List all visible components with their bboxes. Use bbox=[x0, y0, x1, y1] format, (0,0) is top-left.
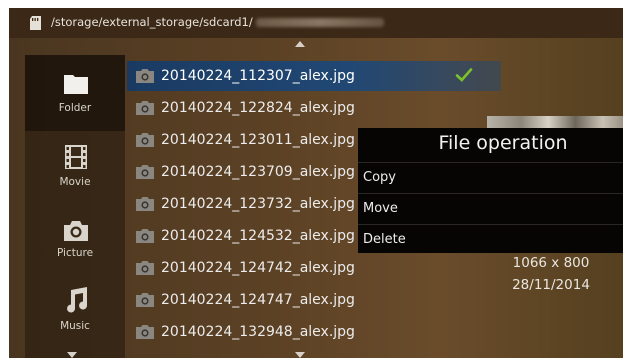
film-icon bbox=[65, 145, 87, 169]
file-date: 28/11/2014 bbox=[512, 277, 590, 293]
image-file-icon bbox=[136, 133, 154, 147]
file-name: 20140224_123732_alex.jpg bbox=[161, 196, 355, 212]
file-name: 20140224_124532_alex.jpg bbox=[161, 228, 355, 244]
file-operation-title: File operation bbox=[438, 132, 568, 154]
delete-option[interactable]: Delete bbox=[358, 224, 623, 254]
camera-icon bbox=[64, 221, 88, 241]
file-list-item-selected[interactable]: 20140224_112307_alex.jpg bbox=[127, 61, 501, 91]
file-name: 20140224_123709_alex.jpg bbox=[161, 164, 355, 180]
folder-icon bbox=[64, 75, 88, 94]
file-name: 20140224_124747_alex.jpg bbox=[161, 292, 355, 308]
move-option[interactable]: Move bbox=[358, 193, 623, 223]
sidebar-item-label: Movie bbox=[59, 176, 91, 188]
current-path: /storage/external_storage/sdcard1/ bbox=[51, 15, 384, 29]
image-resolution: 1066 x 800 bbox=[512, 255, 590, 271]
file-name: 20140224_123011_alex.jpg bbox=[161, 132, 355, 148]
sidebar-item-label: Picture bbox=[56, 247, 94, 259]
sidebar-item-movie[interactable]: Movie bbox=[25, 131, 125, 207]
sd-card-icon bbox=[30, 16, 41, 30]
image-file-icon bbox=[136, 325, 154, 339]
path-bar: /storage/external_storage/sdcard1/ bbox=[9, 8, 623, 38]
file-name: 20140224_112307_alex.jpg bbox=[161, 68, 355, 84]
sidebar-scroll-down-arrow-icon[interactable] bbox=[67, 352, 77, 358]
file-name: 20140224_124742_alex.jpg bbox=[161, 260, 355, 276]
image-file-icon bbox=[136, 165, 154, 179]
scroll-up-arrow-icon[interactable] bbox=[295, 41, 305, 47]
file-name: 20140224_132948_alex.jpg bbox=[161, 324, 355, 340]
checkmark-icon bbox=[455, 68, 473, 82]
copy-option[interactable]: Copy bbox=[358, 162, 623, 192]
image-file-icon bbox=[136, 229, 154, 243]
sidebar-item-label: Music bbox=[60, 320, 90, 332]
category-sidebar: Folder Movie Picture Music bbox=[25, 55, 125, 358]
path-label: /storage/external_storage/sdcard1/ bbox=[51, 15, 253, 29]
file-list-item[interactable]: 20140224_124747_alex.jpg bbox=[127, 285, 495, 315]
list-scroll-down-arrow-icon[interactable] bbox=[295, 352, 305, 358]
media-browser-screen: /storage/external_storage/sdcard1/ Folde… bbox=[9, 8, 623, 358]
file-list-item[interactable]: 20140224_124742_alex.jpg bbox=[127, 253, 495, 283]
image-file-icon bbox=[136, 197, 154, 211]
file-details: 1066 x 800 28/11/2014 bbox=[479, 252, 623, 296]
file-operation-menu: File operation Copy Move Delete bbox=[358, 128, 623, 253]
sidebar-item-picture[interactable]: Picture bbox=[25, 207, 125, 283]
file-list-item[interactable]: 20140224_132948_alex.jpg bbox=[127, 317, 495, 347]
sidebar-item-label: Folder bbox=[58, 102, 92, 114]
image-file-icon bbox=[136, 101, 154, 115]
sidebar-item-folder[interactable]: Folder bbox=[25, 55, 125, 131]
blurred-path-segment bbox=[255, 18, 384, 27]
sidebar-item-music[interactable]: Music bbox=[25, 283, 125, 358]
file-name: 20140224_122824_alex.jpg bbox=[161, 100, 355, 116]
music-note-icon bbox=[67, 287, 88, 313]
image-file-icon bbox=[136, 293, 154, 307]
file-list-item[interactable]: 20140224_122824_alex.jpg bbox=[127, 93, 495, 123]
image-file-icon bbox=[136, 261, 154, 275]
image-file-icon bbox=[136, 69, 154, 83]
